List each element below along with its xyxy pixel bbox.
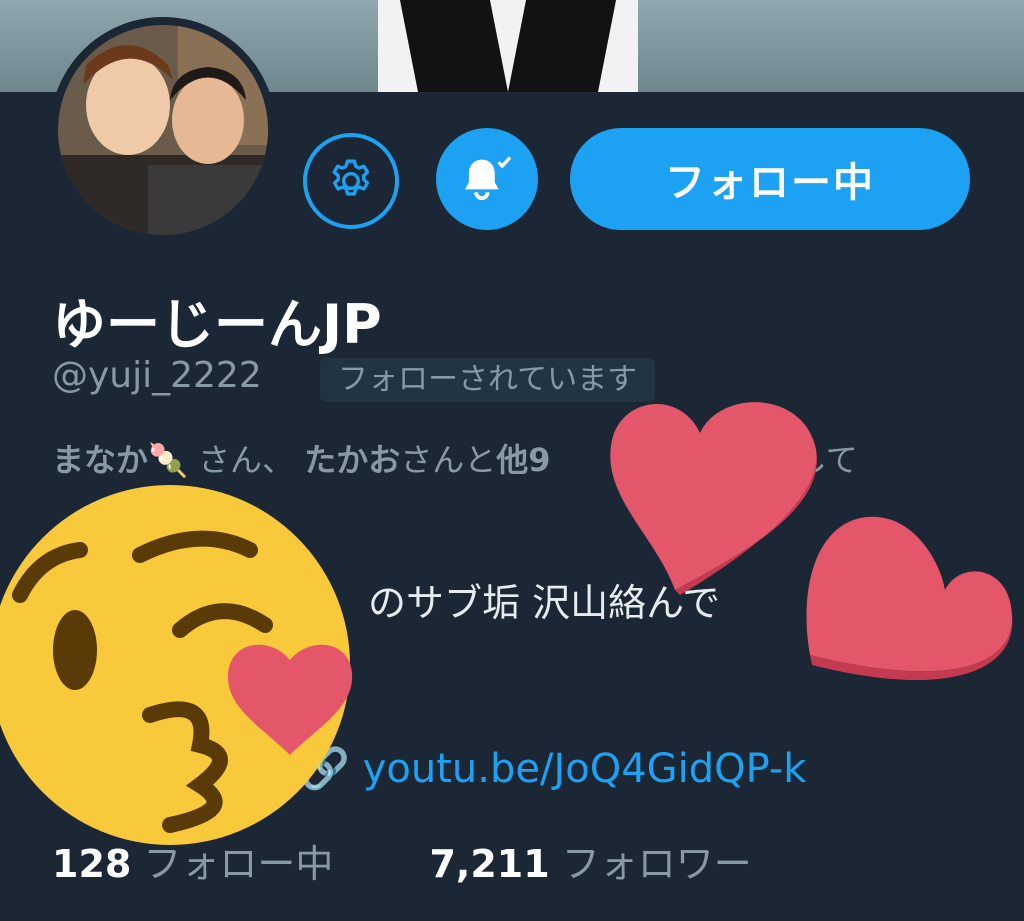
followers-count: 7,211: [429, 842, 550, 886]
following-button[interactable]: フォロー中: [570, 128, 970, 230]
notifications-button[interactable]: [436, 128, 538, 230]
handle: @yuji_2222: [52, 355, 262, 396]
gear-icon: [332, 159, 370, 196]
follower-mid: さんと: [400, 441, 497, 479]
display-name: ゆーじーんJP: [52, 293, 382, 356]
avatar[interactable]: [50, 17, 276, 243]
followers-label: フォロワー: [561, 842, 752, 886]
banner-photo: [378, 0, 638, 92]
profile-settings-button[interactable]: [303, 133, 399, 229]
followers-stat[interactable]: 7,211 フォロワー: [429, 842, 751, 886]
follower-others: 他9: [496, 441, 551, 479]
website-link[interactable]: youtu.be/JoQ4GidQP-k: [363, 746, 807, 792]
kissing-face-sticker: [0, 485, 353, 845]
heart-sticker: [806, 516, 1013, 681]
bell-check-icon: [465, 156, 512, 200]
